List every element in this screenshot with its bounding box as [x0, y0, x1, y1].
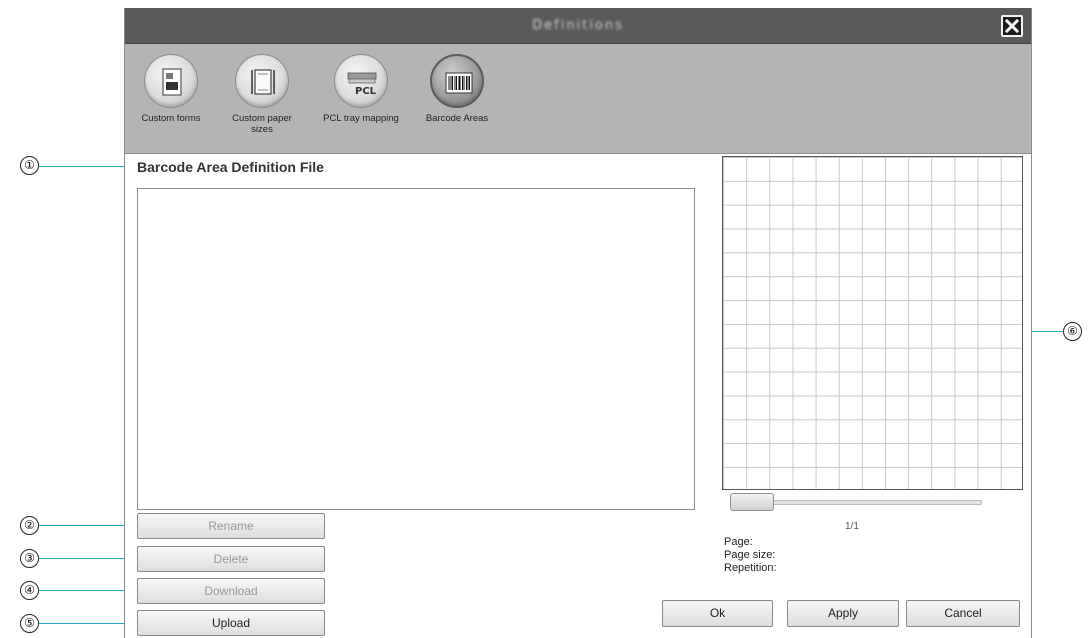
apply-button[interactable]: Apply: [787, 600, 899, 627]
custom-paper-sizes-icon: [251, 69, 275, 95]
svg-text:PCL: PCL: [355, 86, 377, 97]
download-button[interactable]: Download: [137, 578, 325, 604]
custom-forms-icon: [162, 68, 182, 96]
callout-5: ⑤: [20, 614, 39, 633]
tool-label: Custom paper sizes: [232, 113, 292, 135]
page-label: Page:: [724, 536, 753, 548]
title-bar: Definitions: [125, 8, 1031, 44]
tool-pcl-tray-mapping[interactable]: PCL PCL tray mapping: [321, 54, 401, 124]
page-counter: 1/1: [845, 521, 859, 532]
callout-2-leader: [39, 525, 136, 526]
close-button[interactable]: [1001, 15, 1023, 37]
tool-custom-forms[interactable]: Custom forms: [131, 54, 211, 124]
page-slider-handle[interactable]: [730, 493, 774, 511]
window-title: Definitions: [532, 18, 624, 33]
ok-button[interactable]: Ok: [662, 600, 773, 627]
definitions-dialog: Definitions Custom forms Custom paper si…: [124, 8, 1032, 638]
upload-button[interactable]: Upload: [137, 610, 325, 636]
tool-label: PCL tray mapping: [323, 113, 399, 124]
pcl-tray-mapping-icon: PCL: [347, 72, 377, 97]
callout-5-leader: [39, 623, 136, 624]
barcode-areas-icon: [445, 72, 473, 94]
rename-button[interactable]: Rename: [137, 513, 325, 539]
tool-barcode-areas[interactable]: Barcode Areas: [417, 54, 497, 124]
tool-custom-paper-sizes[interactable]: Custom paper sizes: [222, 54, 302, 135]
definitions-toolbar: Custom forms Custom paper sizes PCL PCL …: [125, 44, 1031, 154]
callout-3-leader: [39, 558, 136, 559]
callout-4: ④: [20, 581, 39, 600]
tool-label: Custom forms: [141, 113, 201, 124]
repetition-label: Repetition:: [724, 562, 777, 574]
callout-6: ⑥: [1063, 322, 1082, 341]
callout-1: ①: [20, 156, 39, 175]
close-icon: [1005, 19, 1019, 33]
page-size-label: Page size:: [724, 549, 776, 561]
delete-button[interactable]: Delete: [137, 546, 325, 572]
callout-3: ③: [20, 549, 39, 568]
callout-4-leader: [39, 590, 136, 591]
definition-file-list[interactable]: [137, 188, 695, 510]
section-title: Barcode Area Definition File: [137, 159, 324, 175]
cancel-button[interactable]: Cancel: [906, 600, 1020, 627]
callout-1-leader: [39, 166, 136, 167]
barcode-area-preview-grid[interactable]: [722, 156, 1023, 490]
callout-2: ②: [20, 516, 39, 535]
tool-label: Barcode Areas: [425, 113, 489, 124]
